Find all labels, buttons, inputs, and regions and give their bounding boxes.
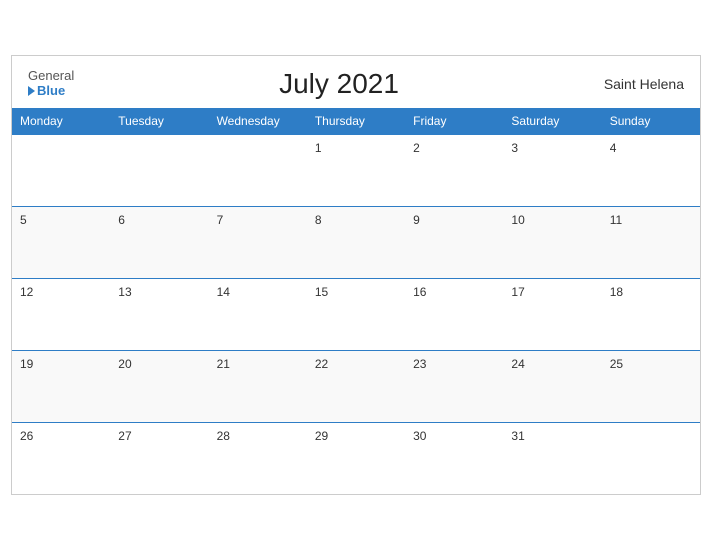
day-number: 20 <box>118 357 131 371</box>
day-cell: 16 <box>405 278 503 350</box>
calendar-title: July 2021 <box>279 68 399 100</box>
day-cell: 8 <box>307 206 405 278</box>
day-cell: 6 <box>110 206 208 278</box>
day-number: 6 <box>118 213 125 227</box>
day-cell: 24 <box>503 350 601 422</box>
day-number: 2 <box>413 141 420 155</box>
day-number: 29 <box>315 429 328 443</box>
day-cell: 12 <box>12 278 110 350</box>
day-number: 13 <box>118 285 131 299</box>
logo-triangle-icon <box>28 86 35 96</box>
day-cell: 31 <box>503 422 601 494</box>
logo-blue-text: Blue <box>28 84 74 98</box>
day-cell: 3 <box>503 134 601 206</box>
logo: General Blue <box>28 69 74 98</box>
day-number: 4 <box>610 141 617 155</box>
day-cell: 27 <box>110 422 208 494</box>
weekday-header-thursday: Thursday <box>307 108 405 135</box>
day-number: 16 <box>413 285 426 299</box>
day-cell: 1 <box>307 134 405 206</box>
day-number: 27 <box>118 429 131 443</box>
week-row-4: 26 27 28 29 30 31 <box>12 422 700 494</box>
weekday-header-row: MondayTuesdayWednesdayThursdayFridaySatu… <box>12 108 700 135</box>
day-cell: 21 <box>209 350 307 422</box>
day-number: 31 <box>511 429 524 443</box>
day-cell: 4 <box>602 134 700 206</box>
day-cell <box>12 134 110 206</box>
day-cell: 11 <box>602 206 700 278</box>
day-cell: 29 <box>307 422 405 494</box>
day-number: 24 <box>511 357 524 371</box>
day-number: 5 <box>20 213 27 227</box>
day-number: 9 <box>413 213 420 227</box>
weekday-header-saturday: Saturday <box>503 108 601 135</box>
day-cell: 14 <box>209 278 307 350</box>
calendar-tbody: 1234567891011121314151617181920212223242… <box>12 134 700 494</box>
day-cell: 10 <box>503 206 601 278</box>
day-cell: 18 <box>602 278 700 350</box>
day-cell: 15 <box>307 278 405 350</box>
day-cell: 22 <box>307 350 405 422</box>
day-number: 23 <box>413 357 426 371</box>
day-cell: 7 <box>209 206 307 278</box>
day-number: 25 <box>610 357 623 371</box>
weekday-header-friday: Friday <box>405 108 503 135</box>
weekday-header-tuesday: Tuesday <box>110 108 208 135</box>
day-cell: 19 <box>12 350 110 422</box>
day-number: 18 <box>610 285 623 299</box>
day-number: 10 <box>511 213 524 227</box>
calendar-thead: MondayTuesdayWednesdayThursdayFridaySatu… <box>12 108 700 135</box>
day-number: 7 <box>217 213 224 227</box>
weekday-header-wednesday: Wednesday <box>209 108 307 135</box>
day-cell: 20 <box>110 350 208 422</box>
day-number: 26 <box>20 429 33 443</box>
region-label: Saint Helena <box>604 76 684 92</box>
day-number: 12 <box>20 285 33 299</box>
day-number: 15 <box>315 285 328 299</box>
week-row-3: 19 20 21 22 23 24 25 <box>12 350 700 422</box>
day-cell: 25 <box>602 350 700 422</box>
day-cell: 13 <box>110 278 208 350</box>
weekday-header-sunday: Sunday <box>602 108 700 135</box>
calendar-header: General Blue July 2021 Saint Helena <box>12 56 700 108</box>
day-number: 1 <box>315 141 322 155</box>
day-cell: 9 <box>405 206 503 278</box>
day-number: 14 <box>217 285 230 299</box>
day-number: 22 <box>315 357 328 371</box>
day-number: 17 <box>511 285 524 299</box>
day-cell: 2 <box>405 134 503 206</box>
day-cell: 5 <box>12 206 110 278</box>
day-number: 21 <box>217 357 230 371</box>
weekday-header-monday: Monday <box>12 108 110 135</box>
day-number: 3 <box>511 141 518 155</box>
day-cell: 26 <box>12 422 110 494</box>
day-number: 30 <box>413 429 426 443</box>
day-number: 28 <box>217 429 230 443</box>
day-number: 11 <box>610 213 622 227</box>
calendar: General Blue July 2021 Saint Helena Mond… <box>11 55 701 496</box>
week-row-0: 1 2 3 4 <box>12 134 700 206</box>
day-number: 8 <box>315 213 322 227</box>
day-cell <box>209 134 307 206</box>
day-number: 19 <box>20 357 33 371</box>
logo-general-text: General <box>28 69 74 83</box>
day-cell: 28 <box>209 422 307 494</box>
day-cell: 17 <box>503 278 601 350</box>
day-cell <box>110 134 208 206</box>
week-row-1: 5 6 7 8 9 10 11 <box>12 206 700 278</box>
day-cell: 23 <box>405 350 503 422</box>
day-cell <box>602 422 700 494</box>
day-cell: 30 <box>405 422 503 494</box>
week-row-2: 12 13 14 15 16 17 18 <box>12 278 700 350</box>
calendar-table: MondayTuesdayWednesdayThursdayFridaySatu… <box>12 108 700 495</box>
